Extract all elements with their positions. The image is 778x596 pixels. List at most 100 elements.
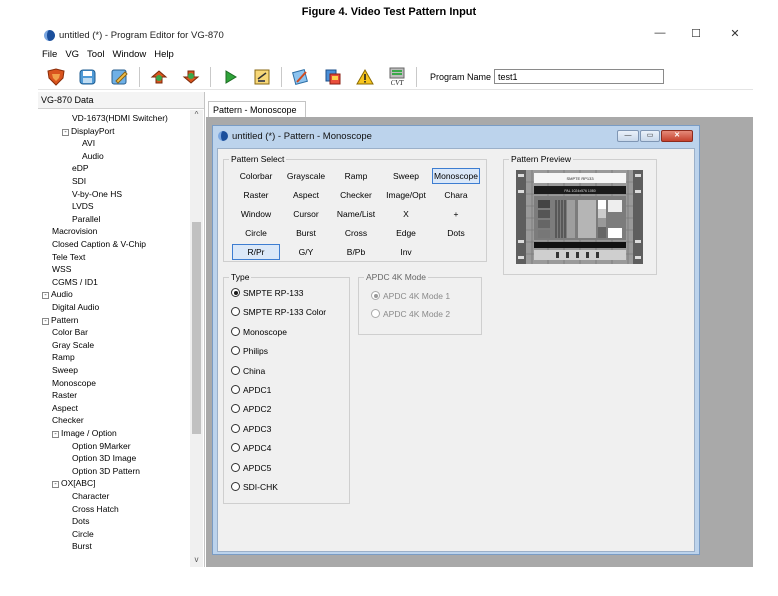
tools-icon[interactable] [290,66,312,88]
tree-item-circle[interactable]: Circle [72,528,94,540]
warning-icon[interactable] [354,66,376,88]
tree-item-ox-abc[interactable]: - OX[ABC] [52,477,95,489]
tree-item-monoscope[interactable]: Monoscope [52,377,96,389]
menu-tool[interactable]: Tool [87,49,104,60]
tree-collapse-icon[interactable]: - [62,128,69,136]
tree-item-pattern[interactable]: - Pattern [42,314,78,326]
pattern-button-edge[interactable]: Edge [382,225,430,241]
type-radio-smpte-rp-133-color[interactable]: SMPTE RP-133 Color [231,306,326,318]
tree-item-parallel[interactable]: Parallel [72,213,100,225]
scroll-up-icon[interactable]: ^ [190,110,203,122]
pattern-button-chara[interactable]: Chara [432,187,480,203]
pattern-button-plus[interactable]: + [432,206,480,222]
tree-item-vd-1673-hdmi-switcher[interactable]: VD-1673(HDMI Switcher) [72,112,168,124]
tree-item-lvds[interactable]: LVDS [72,200,94,212]
minimize-button[interactable]: — [645,27,675,43]
tree-item-cgms-id1[interactable]: CGMS / ID1 [52,276,98,288]
menu-file[interactable]: File [42,49,57,60]
type-radio-philips[interactable]: Philips [231,345,268,357]
menu-vg[interactable]: VG [65,49,79,60]
pattern-button-cross[interactable]: Cross [332,225,380,241]
pattern-button-ramp[interactable]: Ramp [332,168,380,184]
type-radio-apdc5[interactable]: APDC5 [231,462,271,474]
tree-item-macrovision[interactable]: Macrovision [52,225,97,237]
transfer-icon[interactable] [322,66,344,88]
tree-item-character[interactable]: Character [72,490,109,502]
document-icon[interactable] [251,66,273,88]
pattern-button-cursor[interactable]: Cursor [282,206,330,222]
type-radio-sdi-chk[interactable]: SDI-CHK [231,481,278,493]
scroll-thumb[interactable] [192,222,201,434]
tree-item-option-3d-pattern[interactable]: Option 3D Pattern [72,465,140,477]
child-minimize-button[interactable]: — [617,130,639,142]
tree-item-burst[interactable]: Burst [72,540,92,552]
pattern-button-grayscale[interactable]: Grayscale [282,168,330,184]
apdc-radio-apdc-4k-mode-1[interactable]: APDC 4K Mode 1 [371,290,450,302]
scroll-down-icon[interactable]: v [190,555,203,567]
type-radio-smpte-rp-133[interactable]: SMPTE RP-133 [231,287,303,299]
tree-item-checker[interactable]: Checker [52,414,84,426]
maximize-button[interactable]: ☐ [681,27,711,43]
pattern-button-r-pr[interactable]: R/Pr [232,244,280,260]
tree-item-sdi[interactable]: SDI [72,175,86,187]
child-close-button[interactable]: ✕ [661,130,693,142]
cvt-icon[interactable]: CVT [386,66,408,88]
pattern-button-inv[interactable]: Inv [382,244,430,260]
pattern-button-image-opt[interactable]: Image/Opt [382,187,430,203]
menu-window[interactable]: Window [112,49,146,60]
tree-item-avi[interactable]: AVI [82,137,95,149]
tree-item-sweep[interactable]: Sweep [52,364,78,376]
edit-icon[interactable] [109,66,131,88]
type-radio-monoscope[interactable]: Monoscope [231,326,287,338]
tree-item-cross-hatch[interactable]: Cross Hatch [72,503,119,515]
tree-item-tele-text[interactable]: Tele Text [52,251,85,263]
tree-item-ramp[interactable]: Ramp [52,351,75,363]
tree-item-raster[interactable]: Raster [52,389,77,401]
tree-item-aspect[interactable]: Aspect [52,402,78,414]
pattern-button-sweep[interactable]: Sweep [382,168,430,184]
pattern-button-burst[interactable]: Burst [282,225,330,241]
tree-item-audio[interactable]: - Audio [42,288,73,300]
tree-scrollbar[interactable]: ^ v [190,110,203,567]
tree-collapse-icon[interactable]: - [52,431,59,438]
tree-item-displayport[interactable]: - DisplayPort [62,125,114,137]
tree-item-v-by-one-hs[interactable]: V-by-One HS [72,188,122,200]
tree-collapse-icon[interactable]: - [42,317,49,325]
tree-item-gray-scale[interactable]: Gray Scale [52,339,94,351]
tree-item-wss[interactable]: WSS [52,263,71,275]
tree-item-closed-caption-v-chip[interactable]: Closed Caption & V-Chip [52,238,146,250]
upload-icon[interactable] [148,66,170,88]
tree-item-image-option[interactable]: - Image / Option [52,427,117,439]
play-icon[interactable] [219,66,241,88]
pattern-button-window[interactable]: Window [232,206,280,222]
tree-item-color-bar[interactable]: Color Bar [52,326,88,338]
apdc-radio-apdc-4k-mode-2[interactable]: APDC 4K Mode 2 [371,308,450,320]
type-radio-china[interactable]: China [231,365,265,377]
program-name-input[interactable] [494,69,665,84]
type-radio-apdc4[interactable]: APDC4 [231,442,271,454]
save-icon[interactable] [77,66,99,88]
pattern-button-checker[interactable]: Checker [332,187,380,203]
pattern-button-g-y[interactable]: G/Y [282,244,330,260]
pattern-button-raster[interactable]: Raster [232,187,280,203]
tree-item-option-9marker[interactable]: Option 9Marker [72,440,131,452]
tab-pattern-monoscope[interactable]: Pattern - Monoscope [208,101,306,117]
pattern-button-x[interactable]: X [382,206,430,222]
pattern-button-aspect[interactable]: Aspect [282,187,330,203]
tree-item-edp[interactable]: eDP [72,162,89,174]
pattern-button-colorbar[interactable]: Colorbar [232,168,280,184]
tree-item-dots[interactable]: Dots [72,515,89,527]
tree-item-digital-audio[interactable]: Digital Audio [52,301,99,313]
pattern-button-monoscope[interactable]: Monoscope [432,168,480,184]
pattern-button-name-list[interactable]: Name/List [332,206,380,222]
tree-item-option-3d-image[interactable]: Option 3D Image [72,452,136,464]
pattern-button-b-pb[interactable]: B/Pb [332,244,380,260]
close-button[interactable]: ✕ [720,27,750,43]
download-icon[interactable] [180,66,202,88]
type-radio-apdc1[interactable]: APDC1 [231,384,271,396]
child-restore-button[interactable]: ▭ [640,130,660,142]
type-radio-apdc3[interactable]: APDC3 [231,423,271,435]
pattern-button-dots[interactable]: Dots [432,225,480,241]
menu-help[interactable]: Help [154,49,174,60]
tree-collapse-icon[interactable]: - [42,292,49,300]
